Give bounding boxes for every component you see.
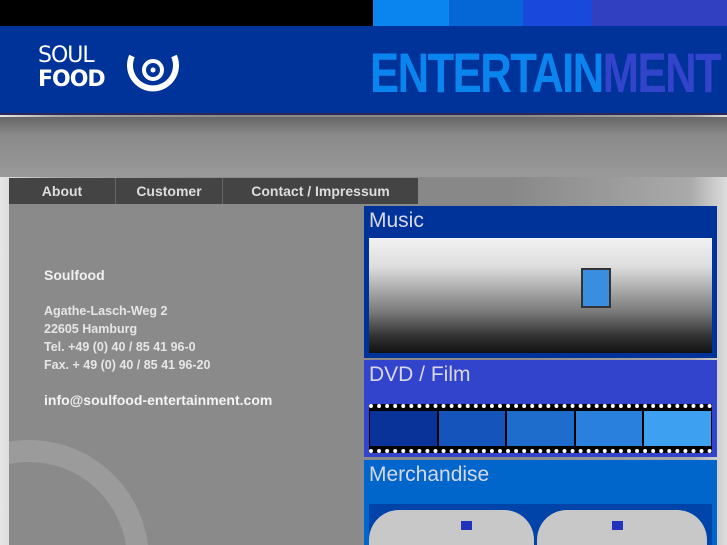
logo-line1: SOUL [38, 43, 95, 68]
company-name: Soulfood [44, 267, 105, 283]
nav-customer[interactable]: Customer [116, 178, 223, 204]
turntable-image [369, 238, 712, 353]
page: SOUL FOOD ENTERTAINMENT About Customer C… [0, 0, 727, 545]
email-link[interactable]: info@soulfood-entertainment.com [44, 392, 272, 408]
nav-about[interactable]: About [9, 178, 116, 204]
panel-merchandise[interactable]: Merchandise [364, 460, 717, 545]
top-bar [0, 0, 727, 26]
city: 22605 Hamburg [44, 322, 138, 336]
color-block [523, 0, 592, 26]
banner-part1: ENTERTAIN [370, 41, 604, 104]
main-nav: About Customer Contact / Impressum [9, 178, 418, 204]
cartridge [581, 268, 611, 308]
grey-band [0, 117, 727, 177]
color-block [449, 0, 523, 26]
decorative-arc [9, 440, 148, 545]
content-area: Soulfood Agathe-Lasch-Weg 2 22605 Hambur… [9, 204, 363, 545]
nav-contact[interactable]: Contact / Impressum [223, 178, 418, 204]
entertainment-banner: ENTERTAINMENT [370, 41, 722, 104]
street: Agathe-Lasch-Weg 2 [44, 304, 168, 318]
logo[interactable]: SOUL FOOD [38, 43, 106, 92]
panel-music[interactable]: Music [364, 206, 717, 358]
color-block [592, 0, 727, 26]
panel-title: DVD / Film [369, 363, 471, 386]
panel-dvd[interactable]: DVD / Film [364, 360, 717, 457]
fax: Fax. + 49 (0) 40 / 85 41 96-20 [44, 358, 211, 372]
filmstrip-image [369, 404, 712, 453]
banner-part2: MENT [602, 41, 722, 104]
panel-title: Music [369, 209, 424, 232]
tshirts-image [369, 504, 712, 545]
color-block [373, 0, 449, 26]
logo-line2: FOOD [38, 67, 106, 92]
record-ring-icon [127, 54, 179, 92]
panel-title: Merchandise [369, 463, 490, 486]
phone: Tel. +49 (0) 40 / 85 41 96-0 [44, 340, 196, 354]
